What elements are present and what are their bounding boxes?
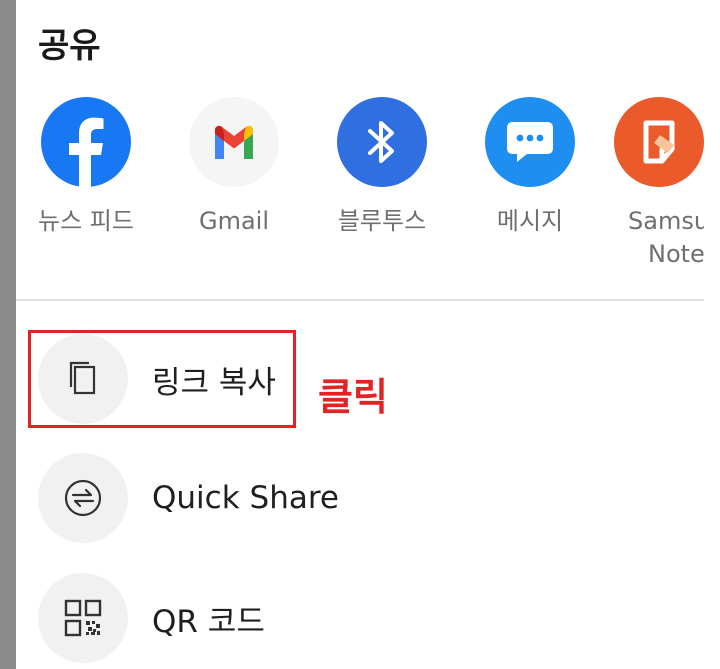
gmail-icon xyxy=(189,97,279,187)
qr-code-icon xyxy=(38,573,128,663)
facebook-icon xyxy=(41,97,131,187)
click-annotation: 클릭 xyxy=(318,375,388,419)
app-label: Gmail xyxy=(198,207,270,235)
background-edge xyxy=(0,0,16,669)
quick-share-button[interactable]: Quick Share xyxy=(38,453,678,543)
share-app-gmail[interactable]: Gmail xyxy=(164,97,304,238)
share-app-messages[interactable]: 메시지 xyxy=(460,97,600,238)
app-label: 메시지 xyxy=(496,207,564,235)
app-label: 뉴스 피드 xyxy=(38,207,134,235)
share-app-facebook[interactable]: 뉴스 피드 xyxy=(16,97,156,238)
app-label: Samsu Note xyxy=(628,207,704,268)
share-app-samsung-notes[interactable]: Samsu Note xyxy=(608,97,704,271)
messages-icon xyxy=(485,97,575,187)
quick-share-label: Quick Share xyxy=(152,480,339,516)
qr-code-label: QR 코드 xyxy=(152,603,265,640)
bluetooth-icon xyxy=(337,97,427,187)
quick-share-icon xyxy=(38,453,128,543)
samsung-notes-icon xyxy=(614,97,704,187)
share-app-bluetooth[interactable]: 블루투스 xyxy=(312,97,452,238)
app-label: 블루투스 xyxy=(337,207,427,235)
divider xyxy=(16,299,704,301)
background-edge xyxy=(704,0,720,669)
share-sheet-title: 공유 xyxy=(38,26,101,66)
highlight-box xyxy=(28,330,296,428)
qr-code-button[interactable]: QR 코드 xyxy=(38,573,678,663)
